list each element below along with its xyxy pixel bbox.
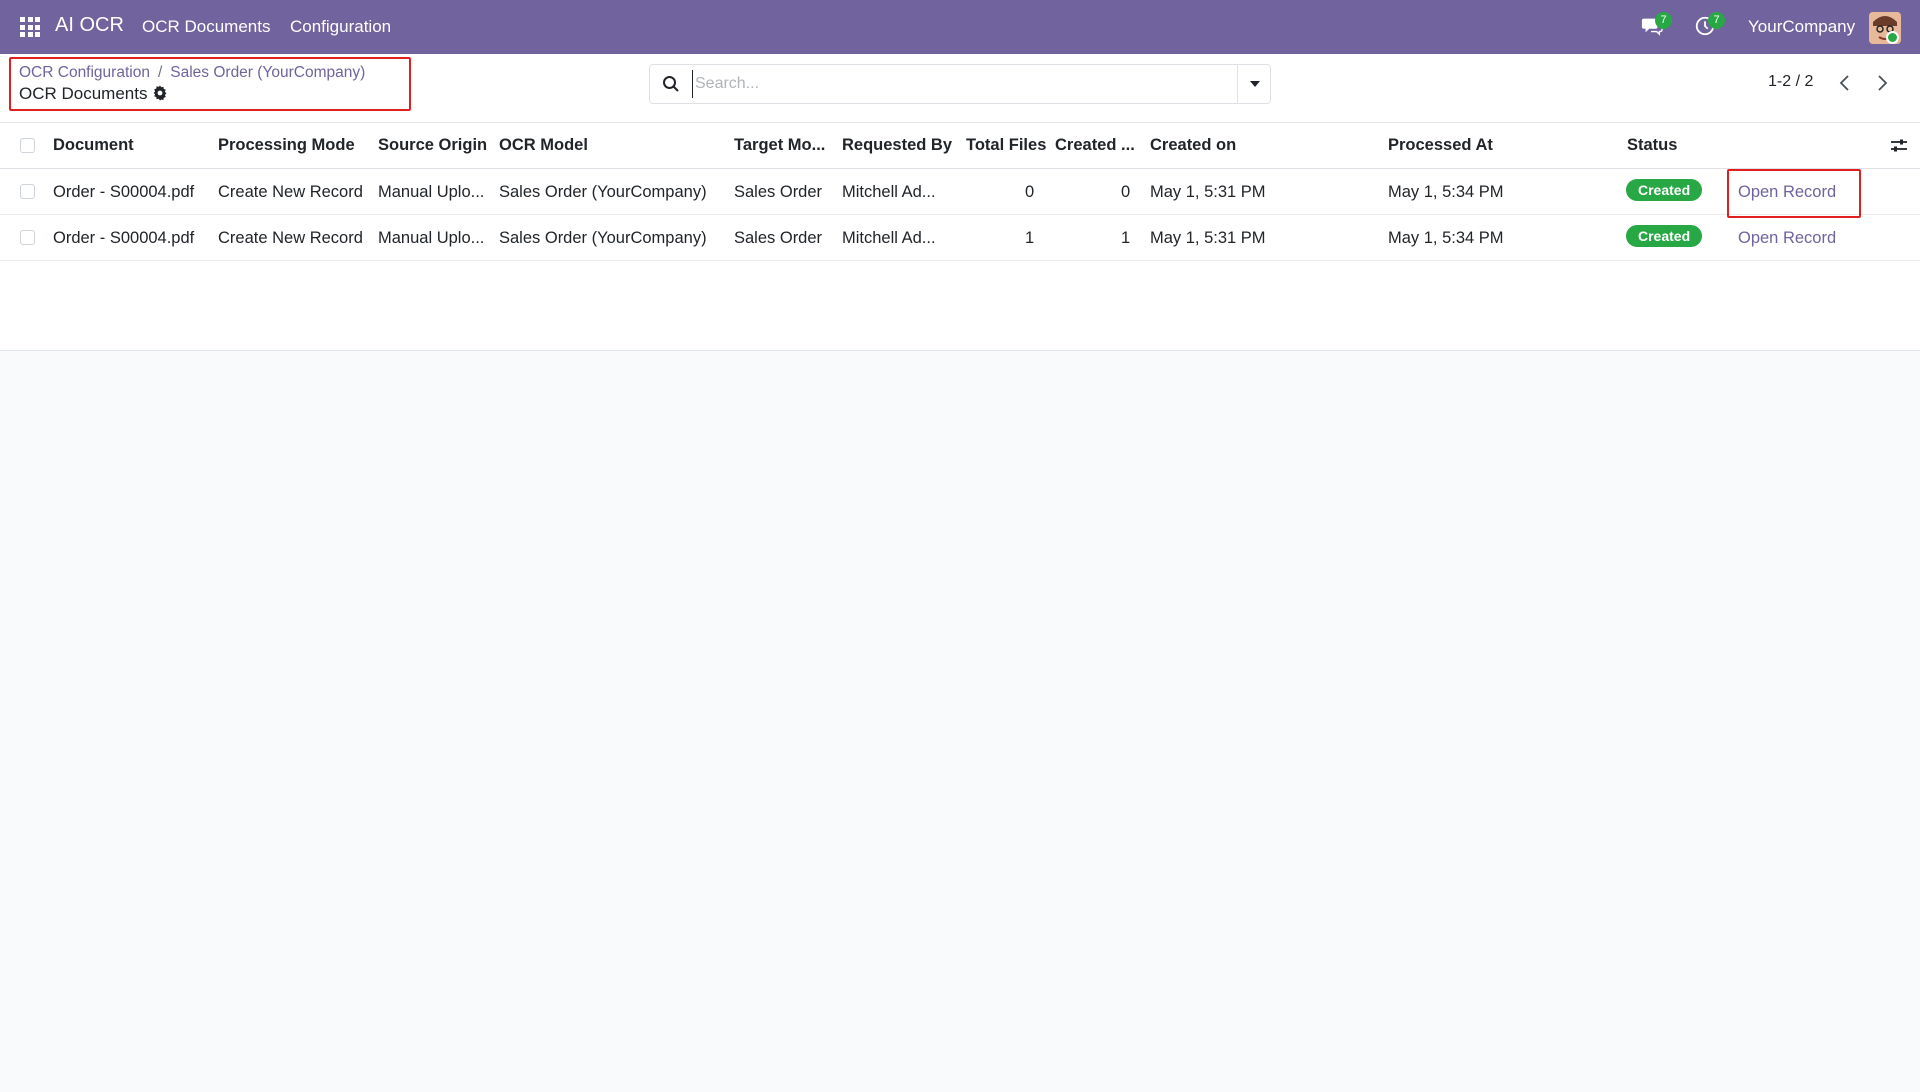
table-row[interactable]: Order - S00004.pdf Create New Record Man…: [0, 215, 1920, 261]
cell-processed-at: May 1, 5:34 PM: [1388, 229, 1504, 247]
breadcrumb: OCR Configuration / Sales Order (YourCompa…: [19, 64, 365, 82]
chevron-left-icon: [1839, 75, 1849, 91]
cell-ocr-model: Sales Order (YourCompany): [499, 229, 707, 247]
cell-processed-at: May 1, 5:34 PM: [1388, 183, 1504, 201]
cell-created-on: May 1, 5:31 PM: [1150, 183, 1266, 201]
messages-button[interactable]: 7: [1641, 12, 1672, 39]
select-all-checkbox[interactable]: [20, 138, 35, 153]
cell-requested-by: Mitchell Ad...: [842, 183, 936, 201]
breadcrumb-ocr-configuration[interactable]: OCR Configuration: [19, 64, 150, 81]
pager-previous-button[interactable]: [1835, 72, 1855, 94]
cell-target-model: Sales Order: [734, 183, 823, 201]
cell-target-model: Sales Order: [734, 229, 823, 247]
cell-created-count: 1: [1121, 229, 1131, 247]
table-row[interactable]: Order - S00004.pdf Create New Record Man…: [0, 169, 1920, 215]
apps-grid-icon[interactable]: [20, 17, 40, 37]
column-header-processed-at[interactable]: Processed At: [1388, 136, 1493, 155]
search-icon: [663, 76, 679, 92]
column-header-processing-mode[interactable]: Processing Mode: [218, 136, 355, 155]
column-header-created-count[interactable]: Created ...: [1055, 136, 1135, 155]
activities-count-badge: 7: [1708, 12, 1725, 29]
column-header-status[interactable]: Status: [1627, 136, 1677, 155]
pager-next-button[interactable]: [1872, 72, 1892, 94]
cell-source-origin: Manual Uplo...: [378, 183, 485, 201]
column-header-target-model[interactable]: Target Mo...: [734, 136, 825, 155]
status-badge: Created: [1626, 225, 1703, 247]
menu-ocr-documents[interactable]: OCR Documents: [142, 17, 270, 37]
cell-document: Order - S00004.pdf: [53, 183, 195, 201]
search-input[interactable]: [692, 70, 1212, 98]
cell-processing-mode: Create New Record: [218, 229, 363, 247]
row-checkbox[interactable]: [20, 230, 35, 245]
online-status-dot: [1886, 31, 1899, 44]
cell-ocr-model: Sales Order (YourCompany): [499, 183, 707, 201]
activities-button[interactable]: 7: [1694, 12, 1725, 39]
messages-count-badge: 7: [1655, 12, 1672, 29]
table-header: Document Processing Mode Source Origin O…: [0, 123, 1920, 169]
chevron-right-icon: [1878, 75, 1888, 91]
caret-down-icon: [1250, 81, 1260, 87]
cell-created-count: 0: [1121, 183, 1131, 201]
cell-document: Order - S00004.pdf: [53, 229, 195, 247]
open-record-button[interactable]: Open Record: [1738, 229, 1836, 248]
cell-created-on: May 1, 5:31 PM: [1150, 229, 1266, 247]
row-checkbox[interactable]: [20, 184, 35, 199]
pager-value[interactable]: 1-2 / 2: [1768, 73, 1813, 91]
column-header-requested-by[interactable]: Requested By: [842, 136, 952, 155]
cell-requested-by: Mitchell Ad...: [842, 229, 936, 247]
page-title: OCR Documents: [19, 84, 148, 103]
search-bar: [649, 64, 1271, 104]
breadcrumb-sales-order[interactable]: Sales Order (YourCompany): [170, 64, 365, 81]
company-switcher[interactable]: YourCompany: [1748, 17, 1855, 37]
gear-icon[interactable]: [152, 85, 168, 101]
status-badge: Created: [1626, 179, 1703, 201]
column-header-created-on[interactable]: Created on: [1150, 136, 1236, 155]
optional-columns-icon[interactable]: [1890, 137, 1908, 155]
cell-total-files: 0: [1025, 183, 1035, 201]
column-header-document[interactable]: Document: [53, 136, 134, 155]
column-header-source-origin[interactable]: Source Origin: [378, 136, 487, 155]
app-name[interactable]: AI OCR: [55, 14, 124, 37]
search-options-toggle[interactable]: [1237, 65, 1271, 103]
menu-configuration[interactable]: Configuration: [290, 17, 391, 37]
cell-total-files: 1: [1025, 229, 1035, 247]
breadcrumb-separator: /: [157, 64, 163, 81]
column-header-ocr-model[interactable]: OCR Model: [499, 136, 588, 155]
column-header-total-files[interactable]: Total Files: [966, 136, 1046, 155]
cell-processing-mode: Create New Record: [218, 183, 363, 201]
cell-source-origin: Manual Uplo...: [378, 229, 485, 247]
open-record-highlight-box: [1727, 169, 1861, 218]
top-navbar: AI OCR OCR Documents Configuration 7 7 Y…: [0, 0, 1920, 54]
